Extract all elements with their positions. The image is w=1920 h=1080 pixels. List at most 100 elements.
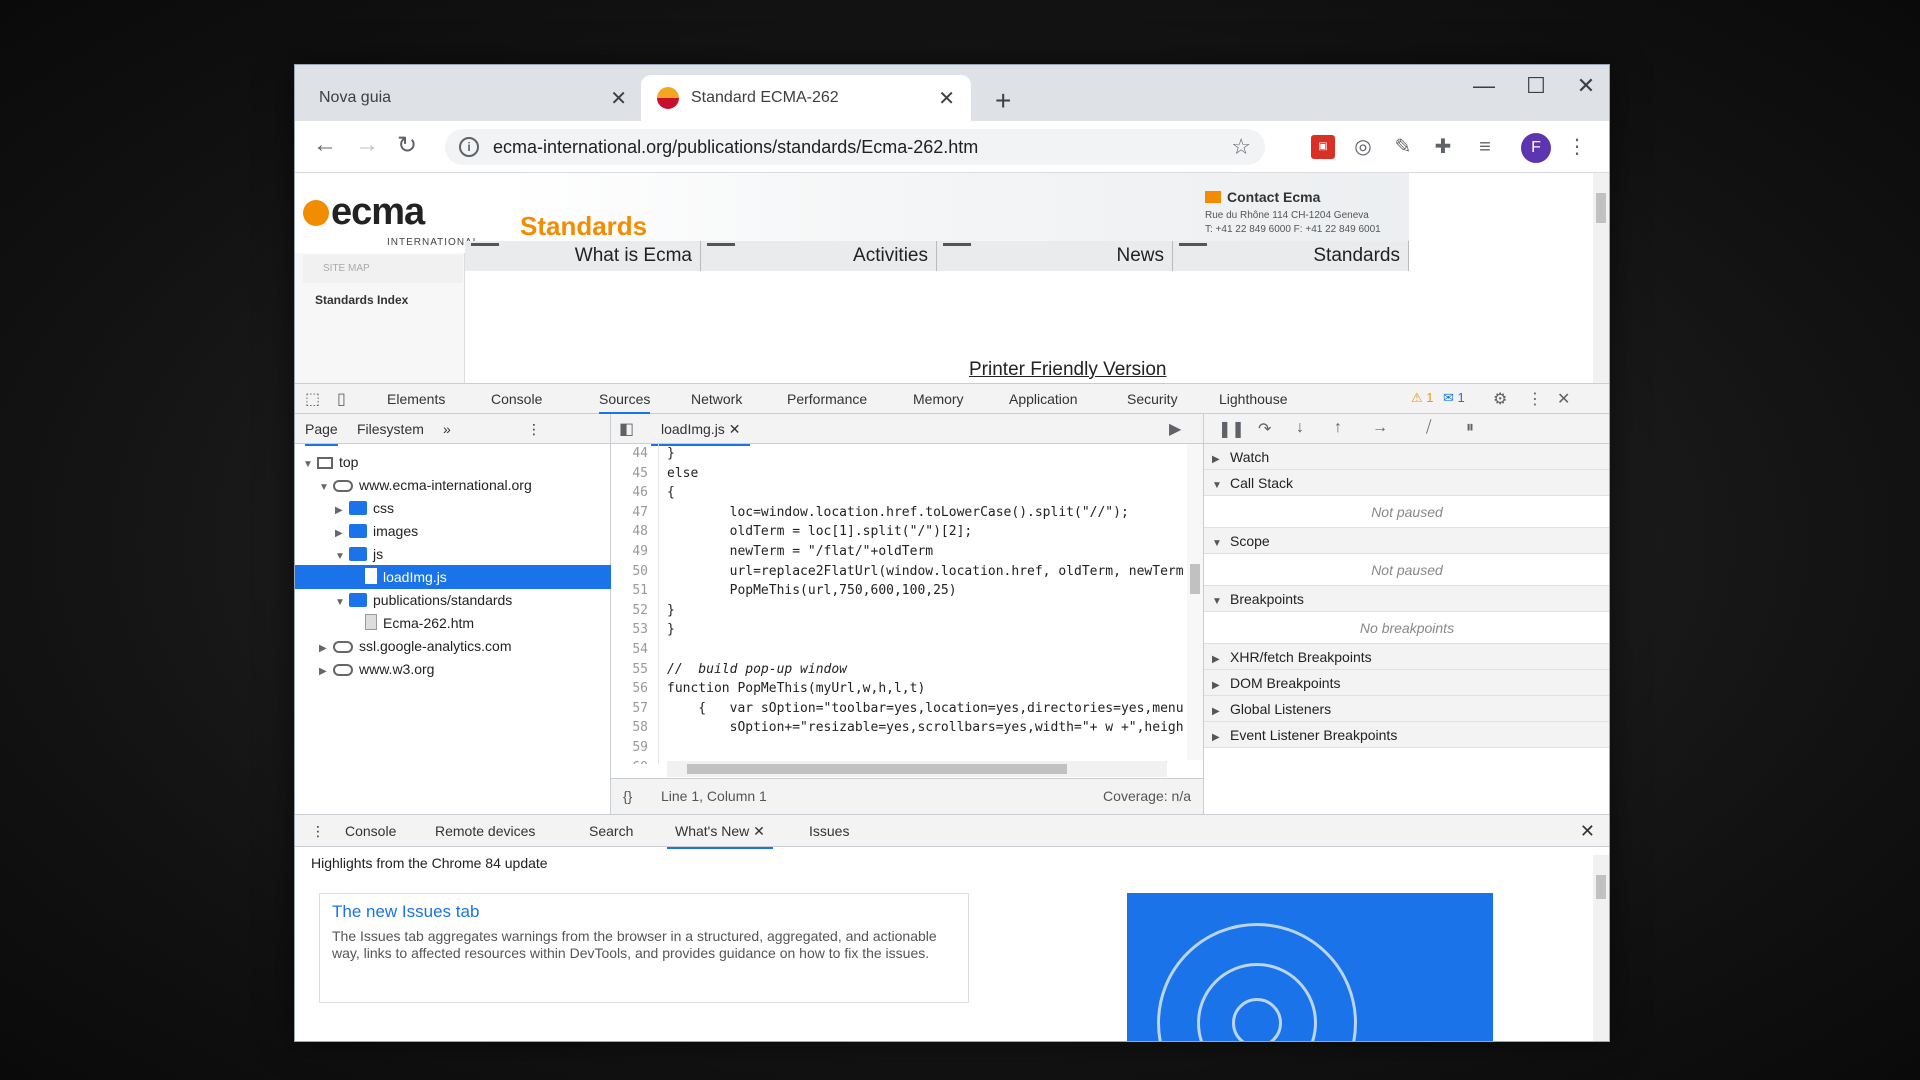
tab-performance[interactable]: Performance: [787, 384, 867, 414]
pane-header-global-listeners[interactable]: ▶ Global Listeners: [1204, 696, 1609, 722]
code-text[interactable]: { var sOption="toolbar=yes,location=yes,…: [659, 699, 1183, 719]
puzzle-extensions-icon[interactable]: ✚: [1431, 135, 1455, 159]
extension-icon[interactable]: ▣: [1311, 135, 1335, 159]
ecma-logo[interactable]: ecma: [303, 191, 425, 234]
line-number[interactable]: 54: [611, 639, 659, 660]
media-playlist-icon[interactable]: ≡: [1473, 135, 1497, 159]
inspect-element-icon[interactable]: ⬚: [305, 389, 320, 409]
pause-icon[interactable]: ❚❚: [1218, 419, 1245, 439]
tree-item[interactable]: ▼ js: [295, 542, 611, 566]
drawer-tab-issues[interactable]: Issues: [809, 815, 849, 847]
drawer-tab-whats-new[interactable]: What's New ✕: [667, 815, 773, 849]
tree-item[interactable]: ▶ images: [295, 519, 611, 543]
line-number[interactable]: 60: [611, 757, 659, 764]
messages-badge[interactable]: ✉ 1: [1443, 390, 1465, 406]
code-text[interactable]: loc=window.location.href.toLowerCase().s…: [659, 503, 1129, 523]
bookmark-star-icon[interactable]: ☆: [1231, 134, 1251, 160]
nav-item-what-is-ecma[interactable]: What is Ecma: [465, 241, 701, 271]
tab-page[interactable]: Page: [305, 414, 338, 446]
scroll-thumb[interactable]: [1596, 193, 1606, 223]
url-text[interactable]: ecma-international.org/publications/stan…: [493, 137, 1231, 158]
minimize-button[interactable]: —: [1459, 73, 1509, 99]
editor-horizontal-scrollbar[interactable]: [667, 761, 1167, 777]
page-scrollbar[interactable]: [1593, 173, 1609, 383]
tab-network[interactable]: Network: [691, 384, 742, 414]
nav-item-activities[interactable]: Activities: [701, 241, 937, 271]
scroll-thumb[interactable]: [1596, 875, 1606, 899]
printer-friendly-link[interactable]: Printer Friendly Version: [969, 359, 1166, 381]
camera-extension-icon[interactable]: ◎: [1351, 135, 1375, 159]
line-number[interactable]: 59: [611, 737, 659, 758]
pause-on-exceptions-icon[interactable]: ⏸: [1466, 419, 1474, 437]
step-over-icon[interactable]: ↷: [1258, 419, 1271, 439]
pane-header-xhr-fetch-breakpoints[interactable]: ▶ XHR/fetch Breakpoints: [1204, 644, 1609, 670]
tab-memory[interactable]: Memory: [913, 384, 964, 414]
pane-header-dom-breakpoints[interactable]: ▶ DOM Breakpoints: [1204, 670, 1609, 696]
device-toolbar-icon[interactable]: ▯: [337, 389, 346, 409]
scroll-thumb[interactable]: [1190, 564, 1200, 594]
code-text[interactable]: }: [659, 601, 675, 621]
tree-item[interactable]: loadImg.js: [295, 565, 611, 589]
pane-header-scope[interactable]: ▼ Scope: [1204, 528, 1609, 554]
tab-elements[interactable]: Elements: [387, 384, 445, 414]
drawer-tab-remote-devices[interactable]: Remote devices: [435, 815, 535, 847]
settings-gear-icon[interactable]: ⚙: [1493, 389, 1507, 409]
close-tab-icon[interactable]: ✕: [938, 86, 955, 111]
tab-security[interactable]: Security: [1127, 384, 1178, 414]
warnings-badge[interactable]: ⚠ 1: [1411, 390, 1434, 406]
close-tab-icon[interactable]: ✕: [610, 86, 627, 111]
code-text[interactable]: {: [659, 483, 675, 503]
code-text[interactable]: PopMeThis(url,750,600,100,25): [659, 581, 957, 601]
profile-avatar[interactable]: F: [1521, 133, 1551, 163]
more-tabs-icon[interactable]: »: [443, 414, 451, 444]
tab-application[interactable]: Application: [1009, 384, 1078, 414]
line-number[interactable]: 56: [611, 679, 659, 699]
line-number[interactable]: 46: [611, 483, 659, 503]
code-text[interactable]: function PopMeThis(myUrl,w,h,l,t): [659, 679, 925, 699]
site-map-link[interactable]: SITE MAP: [303, 255, 463, 283]
code-text[interactable]: sOption+="resizable=yes,scrollbars=yes,w…: [659, 718, 1184, 738]
tree-item[interactable]: ▶ ssl.google-analytics.com: [295, 634, 611, 658]
tree-item[interactable]: ▶ css: [295, 496, 611, 520]
tree-item[interactable]: ▶ www.w3.org: [295, 657, 611, 681]
back-button[interactable]: ←: [313, 131, 337, 159]
close-devtools-icon[interactable]: ✕: [1557, 389, 1570, 409]
deactivate-breakpoints-icon[interactable]: ⧸: [1426, 419, 1431, 437]
file-tab-loadimg[interactable]: loadImg.js ✕: [651, 414, 751, 446]
tree-item[interactable]: ▼ publications/standards: [295, 588, 611, 612]
tab-console[interactable]: Console: [491, 384, 542, 414]
line-number[interactable]: 52: [611, 600, 659, 621]
contact-ecma-link[interactable]: Contact Ecma: [1205, 189, 1320, 205]
line-number[interactable]: 48: [611, 522, 659, 542]
pen-extension-icon[interactable]: ✎: [1391, 135, 1415, 159]
line-number[interactable]: 53: [611, 620, 659, 640]
code-text[interactable]: }: [659, 620, 675, 640]
line-number[interactable]: 45: [611, 463, 659, 484]
site-info-icon[interactable]: i: [459, 137, 479, 157]
nav-item-standards[interactable]: Standards: [1173, 241, 1409, 271]
code-text[interactable]: else: [659, 464, 698, 484]
line-number[interactable]: 47: [611, 502, 659, 523]
pane-header-breakpoints[interactable]: ▼ Breakpoints: [1204, 586, 1609, 612]
drawer-tab-console[interactable]: Console: [345, 815, 396, 847]
tree-item[interactable]: ▼ top: [295, 450, 611, 474]
pretty-print-button[interactable]: {}: [623, 788, 632, 804]
step-out-icon[interactable]: ↑: [1334, 419, 1342, 437]
code-text[interactable]: url=replace2FlatUrl(window.location.href…: [659, 562, 1184, 582]
devtools-more-icon[interactable]: ⋮: [1527, 389, 1543, 409]
step-icon[interactable]: →: [1372, 419, 1388, 437]
line-number[interactable]: 58: [611, 718, 659, 738]
maximize-button[interactable]: ☐: [1511, 73, 1561, 99]
scroll-thumb[interactable]: [687, 764, 1067, 774]
code-text[interactable]: oldTerm = loc[1].split("/")[2];: [659, 522, 973, 542]
nav-item-news[interactable]: News: [937, 241, 1173, 271]
drawer-tab-search[interactable]: Search: [589, 815, 633, 847]
line-number[interactable]: 44: [611, 444, 659, 464]
whats-new-card[interactable]: The new Issues tab The Issues tab aggreg…: [319, 893, 969, 1003]
editor-vertical-scrollbar[interactable]: [1187, 444, 1203, 760]
code-area[interactable]: 44} 45 else 46{47 loc=window.location.href.…: [611, 444, 1203, 764]
drawer-scrollbar[interactable]: [1593, 855, 1609, 1041]
card-title[interactable]: The new Issues tab: [332, 902, 956, 922]
tab-standard-ecma-262[interactable]: Standard ECMA-262 ✕: [641, 75, 971, 121]
close-file-icon[interactable]: ✕: [729, 421, 741, 437]
